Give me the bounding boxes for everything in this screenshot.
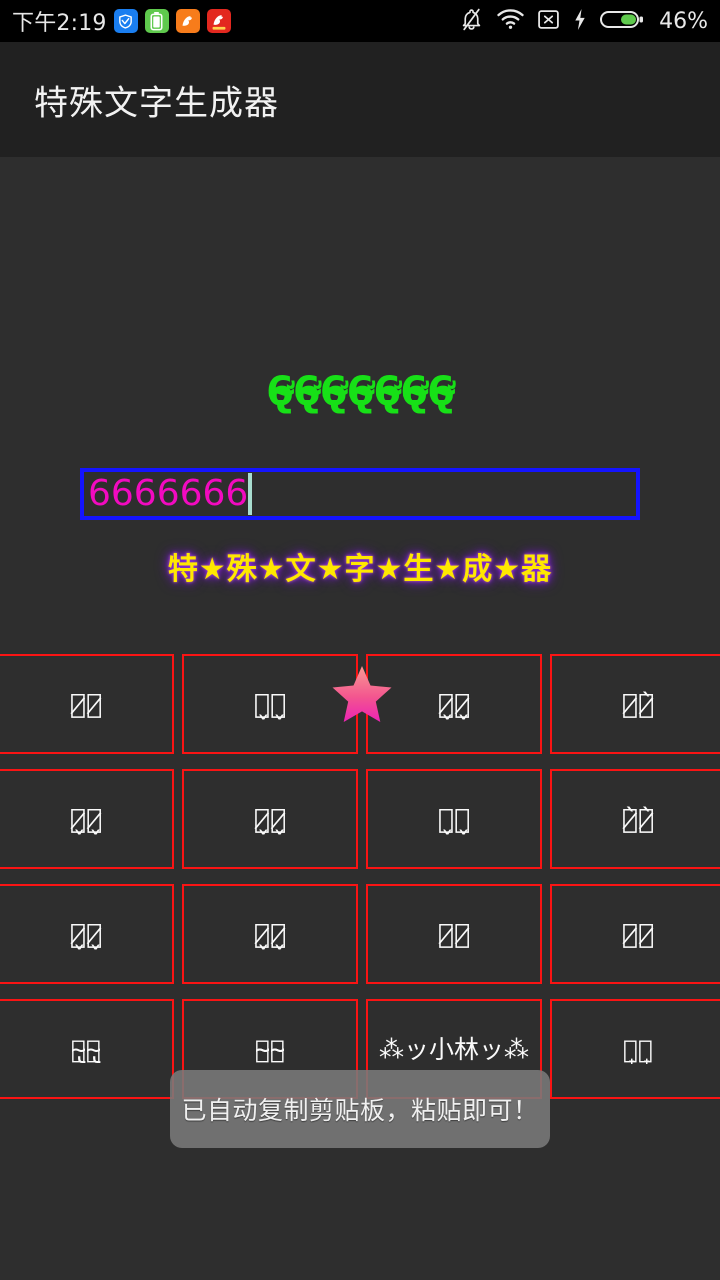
style-cell-label: 小̷林̷ [437, 918, 471, 950]
style-cell-label: 小̴̢林̴̢ [70, 1034, 101, 1064]
status-clock: 下午2:19 [12, 11, 107, 36]
style-cell-label: 小̷̬林̷̬ [253, 918, 287, 950]
charging-bolt-icon [573, 8, 587, 35]
style-cell-label: 小̟林̟ [622, 1034, 653, 1064]
starred-subtitle: 特★殊★文★字★生★成★器 [167, 552, 553, 587]
status-bar-left: 下午2:19 [12, 5, 231, 37]
battery-saver-icon [144, 9, 169, 33]
app-title-bar: 特殊文字生成器 [0, 42, 720, 157]
uc-browser-red-icon [206, 9, 231, 33]
style-cell-label: 小̷̬林̷̬ [69, 918, 103, 950]
app-root: 下午2:19 46% 特殊文字生成器 6̴̢̛6̴̢̛6̴̢̛6̴̢̛6̴̢̛6… [0, 0, 720, 1280]
style-cell-label: 小̷林̷ [621, 918, 655, 950]
style-cell[interactable]: 小̬林̬ [366, 769, 542, 869]
style-cell[interactable]: 小̷̬林̷̬ [182, 769, 358, 869]
text-input[interactable]: 6666666 [84, 476, 248, 512]
wifi-icon [497, 8, 524, 34]
style-cell-label: 小̷̬林̷̬ [437, 688, 471, 720]
toast-message: 已自动复制剪贴板，粘贴即可！ [181, 1096, 539, 1125]
style-cell[interactable]: 小̷林̷ [0, 654, 174, 754]
battery-icon [600, 8, 644, 35]
style-cell-label: 小̷̬林̷̬ [253, 803, 287, 835]
style-cell[interactable]: 小̷林̷ [366, 884, 542, 984]
bell-muted-icon [459, 7, 484, 36]
style-cell[interactable]: 小̷林̷̀ [550, 654, 720, 754]
style-cell-label: 小̬林̬ [253, 688, 287, 720]
uc-browser-icon [175, 9, 200, 33]
style-cell[interactable]: 小̷̀林̷̀ [550, 769, 720, 869]
status-bar: 下午2:19 46% [0, 0, 720, 42]
status-bar-right: 46% [459, 7, 708, 36]
style-cell-label: 小̴̴林̴̴ [254, 1034, 285, 1064]
sim-off-icon [537, 8, 560, 35]
tencent-security-icon [113, 9, 138, 33]
style-cell[interactable]: 小̷林̷ [550, 884, 720, 984]
style-cell[interactable]: 小̷̬林̷̬ [0, 884, 174, 984]
style-grid: 小̷林̷ 小̬林̬ 小̷̬林̷̬ 小̷林̷̀ 小̷̬林̷̬ 小̷̬林̷̬ 小̬林̬ 小̷̀林̷… [0, 654, 720, 1114]
style-cell-label: ⁂ッ小林ッ⁂ [378, 1034, 529, 1064]
style-cell[interactable]: 小̷̬林̷̬ [182, 884, 358, 984]
style-grid-row: 小̷林̷ 小̬林̬ 小̷̬林̷̬ 小̷林̷̀ [0, 654, 720, 754]
page-title: 特殊文字生成器 [34, 83, 279, 123]
styled-preview-text: 6̴̢̛6̴̢̛6̴̢̛6̴̢̛6̴̢̛6̴̢̛6̴̢̛ [266, 369, 455, 415]
text-cursor [248, 473, 253, 515]
style-cell-label: 小̷̀林̷̀ [621, 803, 655, 835]
battery-percent-label: 46% [659, 8, 708, 34]
style-cell[interactable]: 小̷̬林̷̬ [366, 654, 542, 754]
style-grid-row: 小̷̬林̷̬ 小̷̬林̷̬ 小̬林̬ 小̷̀林̷̀ [0, 769, 720, 869]
style-cell-label: 小̷̬林̷̬ [69, 803, 103, 835]
style-cell[interactable]: 小̷̬林̷̬ [0, 769, 174, 869]
style-cell-label: 小̷林̷̀ [621, 688, 655, 720]
style-cell[interactable]: 小̬林̬ [182, 654, 358, 754]
style-cell-label: 小̷林̷ [69, 688, 103, 720]
style-cell[interactable]: 小̴̢林̴̢ [0, 999, 174, 1099]
style-grid-row: 小̷̬林̷̬ 小̷̬林̷̬ 小̷林̷ 小̷林̷ [0, 884, 720, 984]
style-cell-label: 小̬林̬ [437, 803, 471, 835]
style-cell[interactable]: 小̟林̟ [550, 999, 720, 1099]
toast-notification: 已自动复制剪贴板，粘贴即可！ [170, 1070, 550, 1148]
text-input-container[interactable]: 6666666 [80, 468, 640, 520]
